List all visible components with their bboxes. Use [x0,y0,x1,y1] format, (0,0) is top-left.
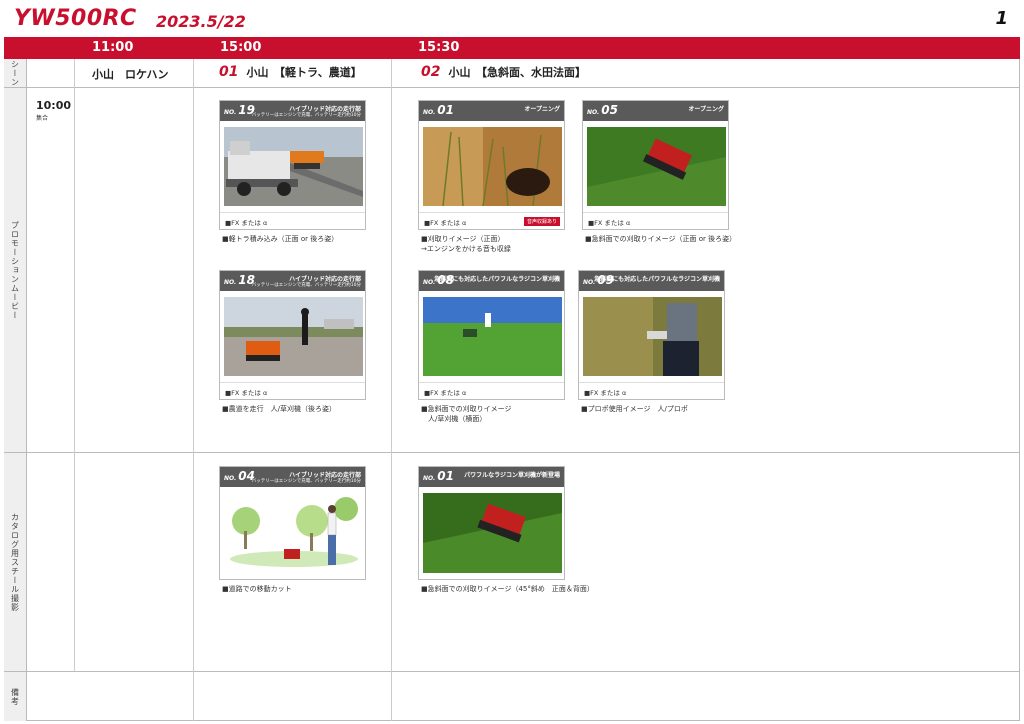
camera-tag: ■FX または α [225,389,268,397]
page-number: 1 [995,8,1008,29]
row-divider [4,452,1020,453]
document-date: 2023.5/22 [156,12,246,31]
card-header: NO. 01 オープニング [419,101,564,121]
row-label-catalog: カタログ用スチール撮影 [4,453,26,671]
truck-loading-photo [224,127,363,206]
card-caption: ■急斜面での刈取りイメージ（45°斜め 正面＆背面） [421,585,594,593]
farm-road-photo [224,297,363,376]
column-divider [193,59,194,721]
card-header: NO. 18 ハイブリッド対応の走行部 バッテリーはエンジンで充電、バッテリー走行… [220,271,365,291]
meeting-time: 10:00 [36,99,72,112]
card-title: パワフルなラジコン草刈機が新登場 [464,472,560,479]
row-divider [4,87,1020,88]
document-title: YW500RC [14,6,137,31]
card-number: NO. 01 [423,103,454,117]
storyboard-card-05: NO. 05 オープニング ■FX または α [582,100,729,230]
row-label-scene: シーン [4,59,26,87]
row-label-promo: プロモーションムービー [4,88,26,452]
card-number: NO. 01 [423,469,454,483]
road-illustration [224,491,363,577]
column-divider [74,59,75,671]
card-caption: ■急斜面での刈取りイメージ（正面 or 後ろ姿） [585,235,737,243]
embankment-photo [423,297,562,376]
camera-tag: ■FX または α [584,389,627,397]
storyboard-card-19: NO. 19 ハイブリッド対応の走行部 バッテリーはエンジンで充電、バッテリー走行… [219,100,366,230]
card-number: NO. 04 [224,469,255,483]
camera-tag: ■FX または α [424,389,467,397]
card-header: NO. 04 ハイブリッド対応の走行部 バッテリーはエンジンで充電、バッテリー走行… [220,467,365,487]
row-divider [4,671,1020,672]
scene-location-hunt: 小山 ロケハン [92,68,169,81]
card-number: NO. 05 [587,103,618,117]
card-caption: ■プロポ使用イメージ 人/プロポ [581,405,688,413]
audio-recording-badge: 音声収録あり [523,217,560,226]
storyboard-card-09: NO. 09 急斜面にも対応したパワフルなラジコン草刈機 ■FX または α [578,270,725,400]
camera-tag: ■FX または α [424,219,467,227]
camera-tag: ■FX または α [225,219,268,227]
storyboard-card-04: NO. 04 ハイブリッド対応の走行部 バッテリーはエンジンで充電、バッテリー走行… [219,466,366,580]
card-subtitle: バッテリーはエンジンで充電、バッテリー走行約10分 [251,479,361,484]
storyboard-card-01-opening: NO. 01 オープニング ■FX または α 音声収録あり [418,100,565,230]
time-slot-1: 11:00 [92,40,134,55]
storyboard-card-18: NO. 18 ハイブリッド対応の走行部 バッテリーはエンジンで充電、バッテリー走行… [219,270,366,400]
card-title: 急斜面にも対応したパワフルなラジコン草刈機 [594,276,720,283]
slope-mowing-photo [587,127,726,206]
card-subtitle: バッテリーはエンジンで充電、バッテリー走行約10分 [251,113,361,118]
card-header: NO. 08 急斜面にも対応したパワフルなラジコン草刈機 [419,271,564,291]
card-caption-note: →エンジンをかける音も収録 [421,245,511,253]
card-header: NO. 01 パワフルなラジコン草刈機が新登場 [419,467,564,487]
time-bar [4,37,1020,59]
column-divider [391,59,392,721]
card-caption: ■道路での移動カット [222,585,292,593]
time-slot-3: 15:30 [418,40,460,55]
card-header: NO. 05 オープニング [583,101,728,121]
column-divider [26,59,27,721]
card-title: オープニング [688,106,724,113]
card-title: 急斜面にも対応したパワフルなラジコン草刈機 [434,276,560,283]
camera-tag: ■FX または α [588,219,631,227]
card-caption: ■農道を走行 人/草刈機（後ろ姿） [222,405,336,413]
card-caption-note: 人/草刈機（横面） [421,415,487,423]
card-caption: ■刈取りイメージ（正面） [421,235,505,243]
card-caption: ■急斜面での刈取りイメージ [421,405,512,413]
scene-02: 02 小山 【急斜面、水田法面】 [421,64,586,80]
row-label-notes: 備考 [4,672,26,721]
card-header: NO. 19 ハイブリッド対応の走行部 バッテリーはエンジンで充電、バッテリー走行… [220,101,365,121]
storyboard-card-08: NO. 08 急斜面にも対応したパワフルなラジコン草刈機 ■FX または α [418,270,565,400]
remote-control-photo [583,297,722,376]
card-number: NO. 18 [224,273,255,287]
meeting-note: 集合 [36,115,49,122]
grass-closeup-photo [423,127,562,206]
card-header: NO. 09 急斜面にも対応したパワフルなラジコン草刈機 [579,271,724,291]
card-subtitle: バッテリーはエンジンで充電、バッテリー走行約10分 [251,283,361,288]
card-caption: ■軽トラ積み込み（正面 or 後ろ姿） [222,235,339,243]
slope-mower-photo [423,493,562,573]
card-number: NO. 19 [224,103,255,117]
scene-01: 01 小山 【軽トラ、農道】 [219,64,362,80]
card-title: オープニング [524,106,560,113]
time-slot-2: 15:00 [220,40,262,55]
storyboard-card-01-catalog: NO. 01 パワフルなラジコン草刈機が新登場 [418,466,565,580]
